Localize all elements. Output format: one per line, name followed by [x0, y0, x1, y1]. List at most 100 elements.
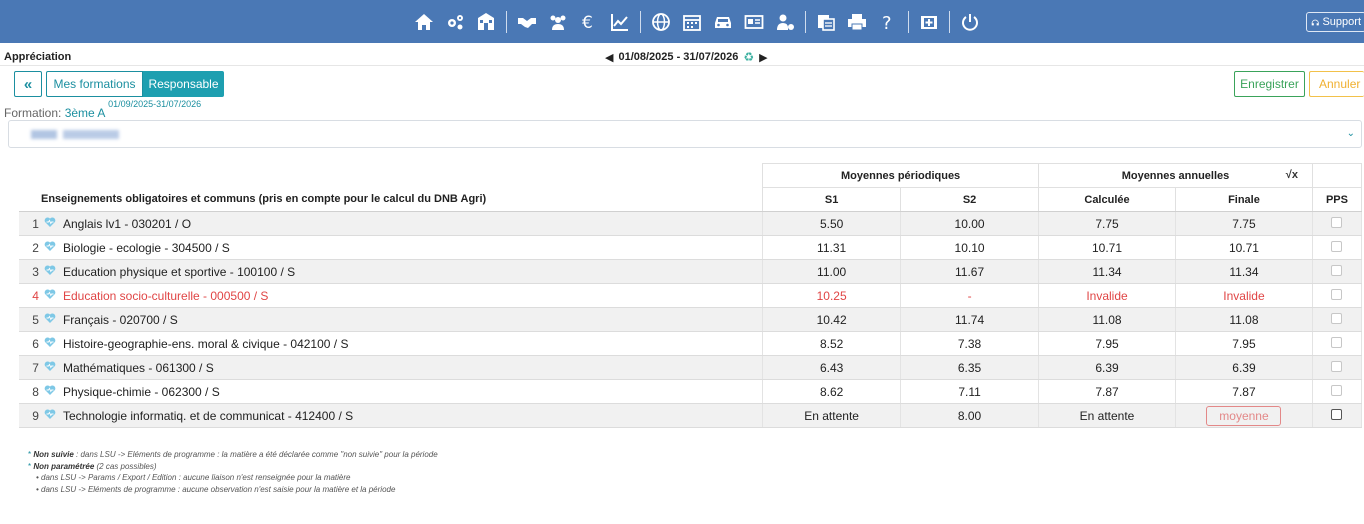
final-average-cell: 11.34: [1175, 259, 1313, 284]
euro-icon[interactable]: €: [576, 9, 602, 35]
globe-icon[interactable]: [648, 9, 674, 35]
save-button[interactable]: Enregistrer: [1234, 71, 1305, 97]
first-aid-icon[interactable]: [916, 9, 942, 35]
subject-name: Français - 020700 / S: [58, 307, 764, 332]
top-navbar: € ? Support: [0, 0, 1364, 43]
final-average-cell: moyenne: [1175, 403, 1313, 428]
handshake-icon[interactable]: [514, 9, 540, 35]
previous-period-icon[interactable]: ◀: [605, 51, 613, 64]
calculated-column-header: Calculée: [1038, 187, 1176, 212]
sqrt-icon[interactable]: √x: [1286, 169, 1298, 181]
responsable-button[interactable]: Responsable: [143, 71, 224, 97]
pps-group-header: [1311, 163, 1363, 188]
back-button[interactable]: «: [14, 71, 42, 97]
pps-checkbox[interactable]: [1331, 336, 1343, 348]
heart-pulse-icon[interactable]: [40, 307, 59, 332]
documents-icon[interactable]: [813, 9, 839, 35]
final-average-cell: 6.39: [1175, 355, 1313, 380]
power-icon[interactable]: [957, 9, 983, 35]
gears-icon[interactable]: [442, 9, 468, 35]
heart-pulse-icon[interactable]: [40, 283, 59, 308]
heart-pulse-icon[interactable]: [40, 211, 59, 236]
row-number: 5: [19, 307, 41, 332]
s1-average-cell: 8.62: [762, 379, 902, 404]
chart-line-icon[interactable]: [607, 9, 633, 35]
page-title: Appréciation: [4, 51, 72, 63]
annual-averages-header: Moyennes annuelles √x: [1038, 163, 1313, 188]
calculated-average-cell: En attente: [1038, 403, 1176, 428]
school-icon[interactable]: [473, 9, 499, 35]
pps-checkbox[interactable]: [1331, 384, 1343, 396]
pps-cell: [1312, 211, 1363, 236]
pps-checkbox[interactable]: [1331, 360, 1343, 372]
home-icon[interactable]: [411, 9, 437, 35]
s2-average-cell: 7.38: [900, 331, 1040, 356]
pps-cell: [1312, 235, 1363, 260]
support-button[interactable]: Support: [1306, 12, 1364, 32]
legend-notes: * Non suivie : dans LSU -> Eléments de p…: [28, 449, 438, 495]
row-number: 3: [19, 259, 41, 284]
row-number: 8: [19, 379, 41, 404]
user-settings-icon[interactable]: [772, 9, 798, 35]
s2-average-cell: 10.00: [900, 211, 1040, 236]
formation-dates: 01/09/2025-31/07/2026: [108, 99, 202, 109]
subject-name: Biologie - ecologie - 304500 / S: [58, 235, 764, 260]
calculated-average-cell: 11.08: [1038, 307, 1176, 332]
note-non-parametree: * Non paramétrée (2 cas possibles): [28, 461, 157, 471]
note-case-2: • dans LSU -> Eléments de programme : au…: [36, 484, 396, 494]
table-row: 4 Education socio-culturelle - 000500 / S…: [19, 283, 1363, 308]
student-select[interactable]: ⌄: [8, 120, 1362, 148]
s2-column-header: S2: [900, 187, 1040, 212]
s1-average-cell: 5.50: [762, 211, 902, 236]
support-label: Support: [1322, 16, 1361, 28]
s1-average-cell: 6.43: [762, 355, 902, 380]
annual-averages-label: Moyennes annuelles: [1121, 169, 1230, 182]
car-icon[interactable]: [710, 9, 736, 35]
page-header-bar: Appréciation ◀ 01/08/2025 - 31/07/2026 ♻…: [0, 46, 1364, 66]
pps-cell: [1312, 379, 1363, 404]
row-number: 1: [19, 211, 41, 236]
heart-pulse-icon[interactable]: [40, 259, 59, 284]
s2-average-cell: 7.11: [900, 379, 1040, 404]
help-icon[interactable]: ?: [875, 9, 901, 35]
final-column-header: Finale: [1174, 187, 1313, 212]
final-average-input[interactable]: moyenne: [1206, 405, 1282, 426]
s1-average-cell: 11.00: [762, 259, 902, 284]
calendar-icon[interactable]: [679, 9, 705, 35]
next-period-icon[interactable]: ▶: [759, 51, 767, 64]
id-card-icon[interactable]: [741, 9, 767, 35]
pps-checkbox[interactable]: [1331, 240, 1343, 252]
heart-pulse-icon[interactable]: [40, 235, 59, 260]
pps-checkbox[interactable]: [1331, 288, 1343, 300]
pps-checkbox[interactable]: [1331, 264, 1343, 276]
navbar-divider: [805, 10, 806, 33]
heart-pulse-icon[interactable]: [40, 403, 59, 428]
s2-average-cell: 11.67: [900, 259, 1040, 284]
heart-pulse-icon[interactable]: [40, 355, 59, 380]
pps-checkbox[interactable]: [1331, 216, 1343, 228]
table-row: 7 Mathématiques - 061300 / S 6.43 6.35 6.39 6…: [19, 355, 1363, 380]
grades-table: Moyennes périodiques Moyennes annuelles …: [19, 163, 1363, 428]
cancel-button[interactable]: Annuler: [1309, 71, 1364, 97]
table-row: 6 Histoire-geographie-ens. moral & civiqu…: [19, 331, 1363, 356]
mes-formations-button[interactable]: Mes formations: [46, 71, 143, 97]
table-row: 3 Education physique et sportive - 100100…: [19, 259, 1363, 284]
s1-column-header: S1: [762, 187, 902, 212]
formation-value[interactable]: 3ème A: [65, 106, 105, 120]
reload-icon[interactable]: ♻: [743, 50, 754, 64]
pps-cell: [1312, 307, 1363, 332]
pps-cell: [1312, 259, 1363, 284]
subject-name: Anglais lv1 - 030201 / O: [58, 211, 764, 236]
s1-average-cell: 8.52: [762, 331, 902, 356]
calculated-average-cell: 7.87: [1038, 379, 1176, 404]
final-average-cell: 11.08: [1175, 307, 1313, 332]
note-case-1: • dans LSU -> Params / Export / Edition …: [36, 473, 351, 482]
print-icon[interactable]: [844, 9, 870, 35]
heart-pulse-icon[interactable]: [40, 379, 59, 404]
final-average-cell: 7.87: [1175, 379, 1313, 404]
pps-checkbox[interactable]: [1331, 312, 1343, 324]
pps-checkbox[interactable]: [1331, 408, 1343, 420]
users-icon[interactable]: [545, 9, 571, 35]
row-number: 4: [19, 283, 41, 308]
heart-pulse-icon[interactable]: [40, 331, 59, 356]
